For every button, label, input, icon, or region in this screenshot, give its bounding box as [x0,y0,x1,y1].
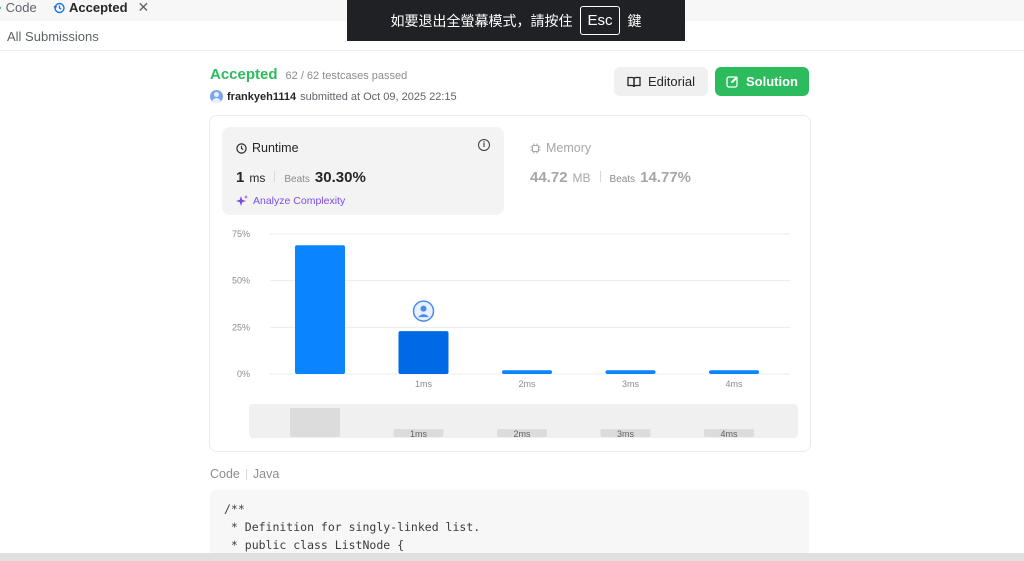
code-language: Java [252,467,280,481]
runtime-distribution-chart: 0% 25% 50% 75% 1ms 2ms 3ms 4ms 1ms 2ms 3ms 4ms [232,229,798,439]
y-tick-label: 25% [232,322,250,332]
bar [605,370,656,374]
code-header: Code Java [210,467,279,481]
fullscreen-exit-banner: 如要退出全螢幕模式，請按住 Esc 鍵 [347,0,685,41]
testcases-passed: 62 / 62 testcases passed [285,70,408,82]
tab-accepted[interactable]: Accepted ✕ [53,0,149,15]
y-tick-label: 75% [232,229,250,239]
code-block[interactable]: /** * Definition for singly-linked list.… [210,490,809,561]
history-icon [53,2,65,13]
banner-text-after: 鍵 [627,12,642,29]
x-tick-label: 1ms [415,379,433,389]
editorial-button[interactable]: Editorial [614,67,708,96]
code-line: /** [224,502,245,516]
esc-key: Esc [580,6,620,35]
avatar[interactable] [210,90,223,103]
x-tick-label: 2ms [518,379,536,389]
minimap-label: 4ms [720,429,738,439]
close-icon[interactable]: ✕ [138,0,150,16]
divider [245,468,247,480]
minimap-label: 2ms [513,429,531,439]
y-tick-label: 0% [237,369,250,379]
bar [295,245,345,374]
solution-label: Solution [746,74,798,89]
banner-text-before: 如要退出全螢幕模式，請按住 [390,12,573,29]
horizontal-scrollbar[interactable] [0,553,1024,561]
avatar-head [420,305,427,312]
x-tick-label: 3ms [622,379,640,389]
minimap-bar [290,408,340,437]
book-icon [627,76,641,87]
code-icon: › [0,2,2,14]
x-tick-label: 4ms [725,379,743,389]
bar [398,331,449,374]
y-tick-label: 50% [232,276,250,286]
bar [709,370,759,374]
status-title: Accepted [210,66,278,83]
bar [502,370,552,374]
submission-header: Accepted 62 / 62 testcases passed franky… [210,66,457,103]
minimap-label: 1ms [410,429,428,439]
code-label: Code [210,467,240,481]
code-line: * Definition for singly-linked list. [224,520,481,534]
solution-button[interactable]: Solution [715,67,809,96]
stats-panel: Runtime i 1 ms Beats 30.30% Analyze Comp… [209,115,811,452]
all-submissions-link[interactable]: All Submissions [7,29,99,44]
code-line: * public class ListNode { [224,538,405,552]
minimap-label: 3ms [617,429,635,439]
tab-code[interactable]: › Code [0,0,37,15]
edit-icon [726,76,738,88]
submitted-at: submitted at Oct 09, 2025 22:15 [300,90,457,103]
username[interactable]: frankyeh1114 [227,91,296,103]
tab-code-label: Code [5,0,37,15]
editorial-label: Editorial [648,74,695,89]
tab-accepted-label: Accepted [69,0,128,15]
